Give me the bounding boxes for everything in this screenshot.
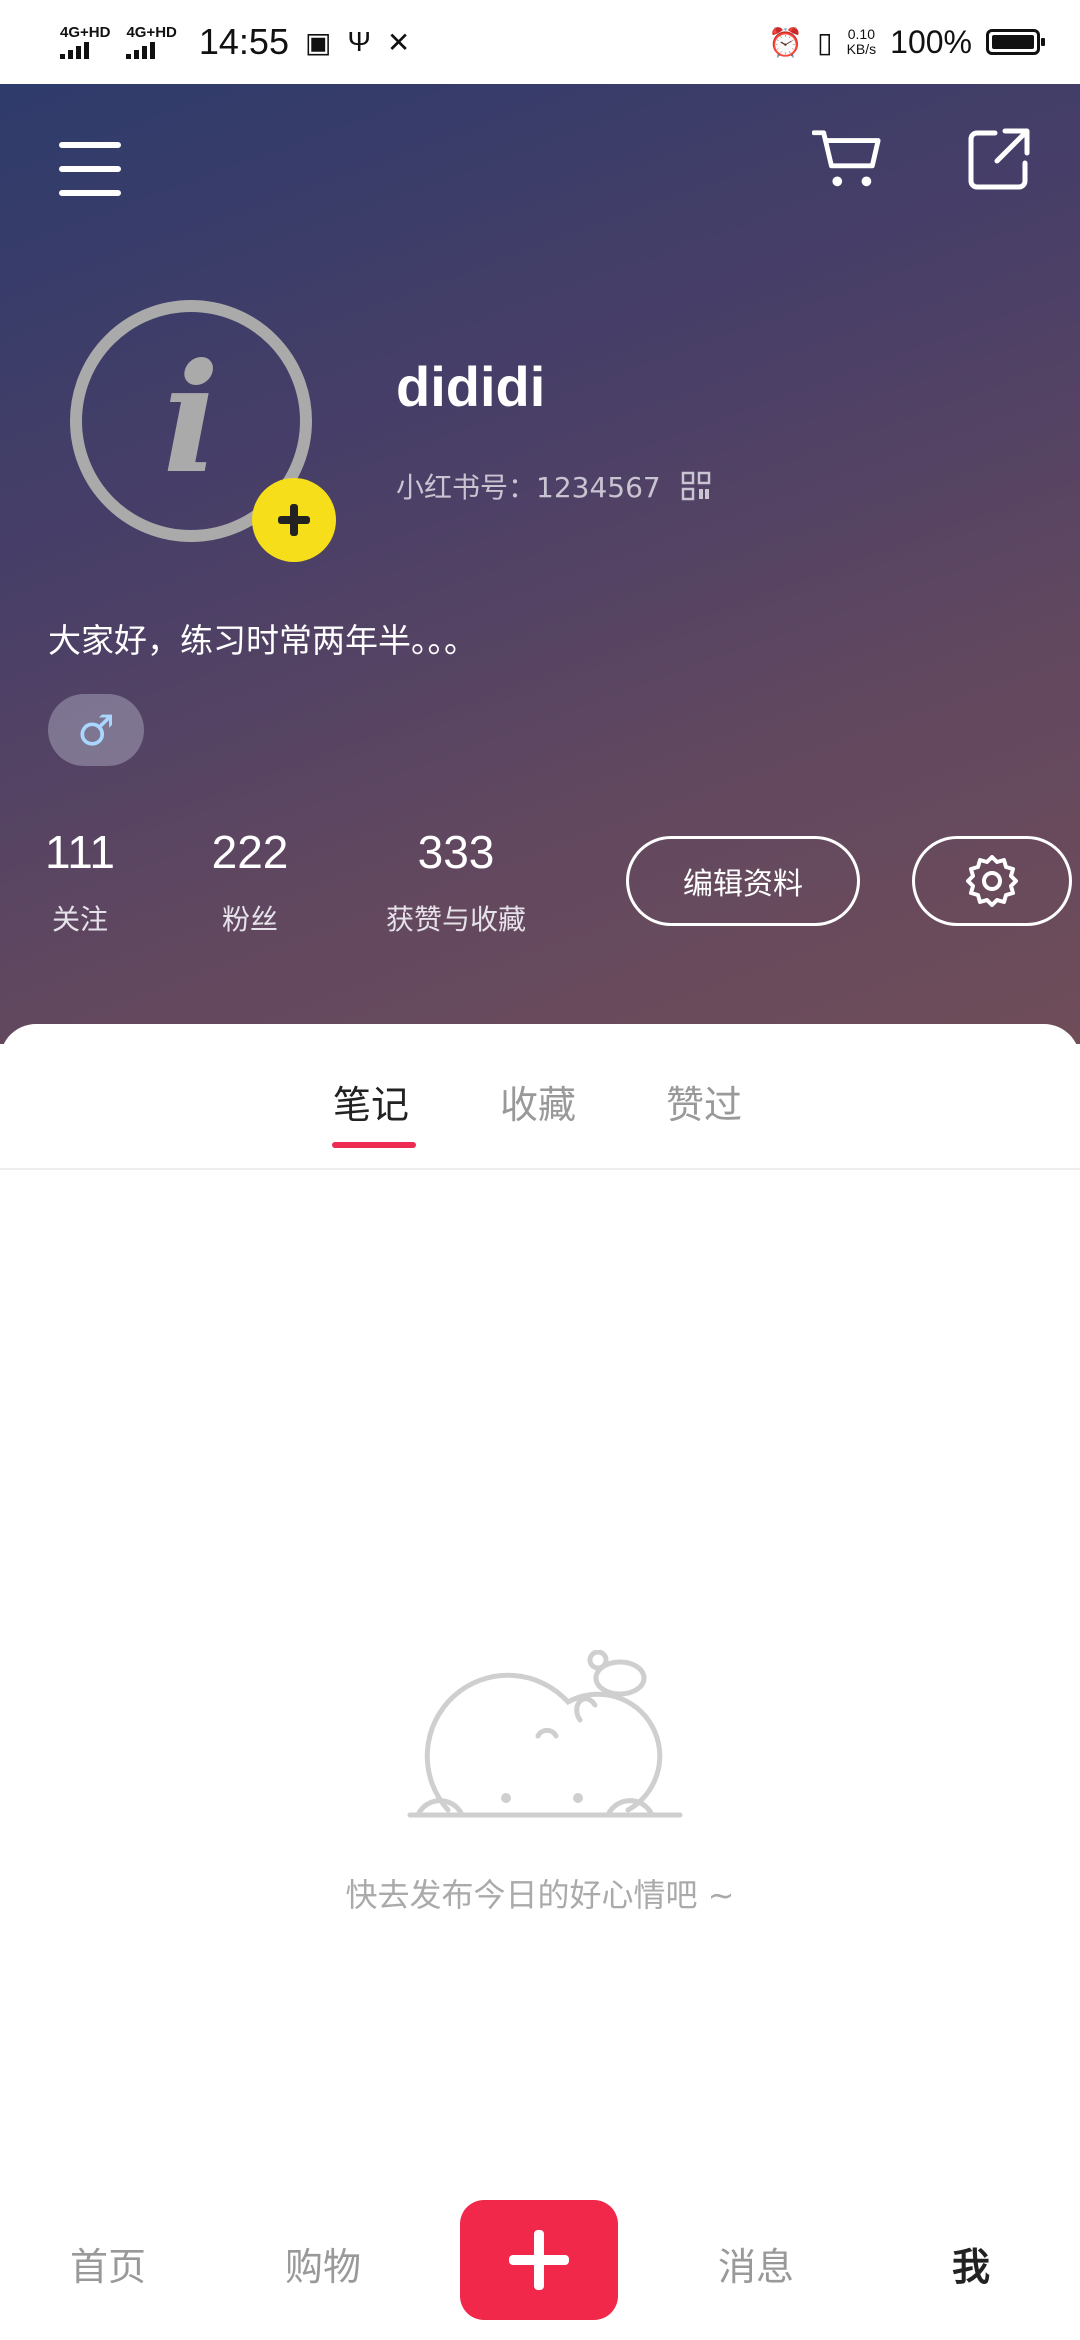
nav-messages[interactable]: 消息: [718, 2236, 794, 2291]
cart-button[interactable]: [812, 124, 882, 194]
plus-icon: [278, 504, 310, 536]
settings-button[interactable]: [912, 836, 1072, 926]
nav-me[interactable]: 我: [952, 2236, 990, 2291]
vibrate-icon: ▯: [817, 26, 833, 58]
network-speed-unit: KB/s: [846, 41, 877, 57]
empty-state-illustration: [407, 1650, 683, 1818]
tab-collections[interactable]: 收藏: [500, 1074, 576, 1129]
tab-liked[interactable]: 赞过: [666, 1074, 742, 1129]
following-count: 111: [45, 826, 115, 878]
active-tab-indicator: [332, 1142, 416, 1148]
status-left: 4G+HD 4G+HD 14:55 ▣ Ψ ✕: [60, 18, 410, 66]
username: dididi: [396, 355, 546, 418]
likes-label: 获赞与收藏: [385, 903, 526, 936]
network-label-1: 4G+HD: [60, 24, 111, 41]
gender-badge: ♂: [48, 694, 144, 766]
male-icon: ♂: [77, 705, 115, 755]
publish-button[interactable]: [460, 2200, 618, 2320]
usb-icon: Ψ: [347, 26, 371, 57]
bio: 大家好，练习时常两年半。。。: [48, 621, 477, 660]
status-bar: 4G+HD 4G+HD 14:55 ▣ Ψ ✕ ⏰ ▯ 0.10 KB/s 10…: [0, 0, 1080, 84]
tab-notes[interactable]: 笔记: [333, 1074, 409, 1129]
avatar-add-button[interactable]: [252, 478, 336, 562]
network-speed-value: 0.10: [847, 26, 875, 42]
user-id-row: 小红书号：1234567: [396, 466, 711, 506]
network-speed: 0.10 KB/s: [847, 27, 877, 57]
gear-icon: [966, 855, 1018, 907]
followers-label: 粉丝: [221, 903, 278, 936]
notification-app-icon: ▣: [304, 26, 332, 58]
user-id: 小红书号：1234567: [396, 471, 661, 504]
network-label-2: 4G+HD: [126, 24, 177, 41]
profile-header: i dididi 小红书号：1234567 大家好，练习时常两年半。。。 ♂ 1…: [0, 84, 1080, 1044]
stat-likes[interactable]: 333 获赞与收藏: [376, 824, 536, 938]
battery-percent: 100%: [890, 23, 972, 60]
followers-count: 222: [211, 826, 289, 878]
edit-profile-button[interactable]: 编辑资料: [626, 836, 860, 926]
signal-bars-icon: [60, 41, 89, 59]
battery-icon: [986, 29, 1045, 55]
stat-following[interactable]: 111 关注: [40, 824, 120, 938]
network-indicator-1: 4G+HD: [60, 25, 110, 59]
status-right: ⏰ ▯ 0.10 KB/s 100%: [768, 18, 1045, 66]
likes-count: 333: [417, 826, 495, 878]
stat-followers[interactable]: 222 粉丝: [200, 824, 300, 938]
tools-icon: ✕: [386, 26, 411, 58]
status-time: 14:55: [198, 21, 289, 62]
qrcode-icon[interactable]: [681, 471, 711, 501]
nav-home[interactable]: 首页: [70, 2236, 146, 2291]
share-button[interactable]: [964, 124, 1034, 194]
network-indicator-2: 4G+HD: [126, 24, 177, 59]
nav-shop[interactable]: 购物: [285, 2236, 361, 2291]
share-icon: [968, 128, 1030, 190]
tab-bar: 笔记 收藏 赞过: [0, 1024, 1080, 1170]
empty-state-text: 快去发布今日的好心情吧 ~: [345, 1876, 735, 1914]
alarm-icon: ⏰: [768, 26, 804, 58]
following-label: 关注: [51, 903, 108, 936]
menu-button[interactable]: [55, 134, 125, 204]
hamburger-icon: [59, 142, 121, 196]
plus-icon: [509, 2230, 569, 2290]
signal-bars-icon: [126, 41, 156, 59]
cart-icon: [812, 130, 881, 187]
info-icon: i: [162, 331, 220, 507]
